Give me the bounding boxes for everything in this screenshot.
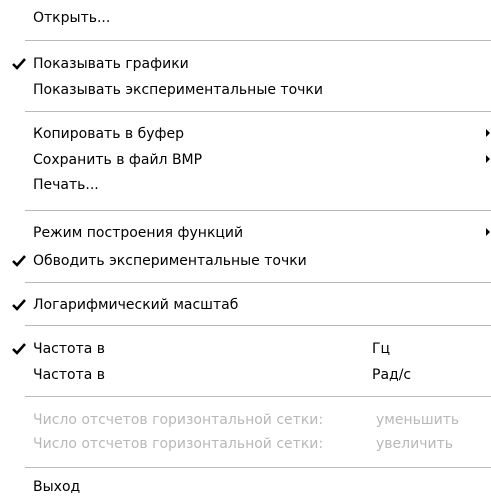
checkmark-icon	[12, 255, 26, 267]
menu-item-freq-hz[interactable]: Частота в Гц	[0, 338, 491, 360]
menu-item-label: Выход	[33, 479, 81, 495]
menu-item-label: Режим построения функций	[33, 225, 244, 241]
menu-item-action: увеличить	[376, 436, 453, 452]
menu-separator	[25, 210, 491, 211]
menu-item-label: Логарифмический масштаб	[33, 297, 239, 313]
menu-separator	[25, 40, 491, 41]
menu-item-show-exp-points[interactable]: Показывать экспериментальные точки	[0, 79, 491, 101]
menu-item-label: Копировать в буфер	[33, 126, 184, 142]
menu-item-grid-decrease[interactable]: Число отсчетов горизонтальной сетки: уме…	[0, 409, 491, 431]
menu-item-log-scale[interactable]: Логарифмический масштаб	[0, 294, 491, 316]
menu-item-freq-rad[interactable]: Частота в Рад/с	[0, 364, 491, 386]
menu-item-label: Число отсчетов горизонтальной сетки:	[33, 412, 324, 428]
menu-item-show-graphs[interactable]: Показывать графики	[0, 53, 491, 75]
menu-separator	[25, 325, 491, 326]
submenu-arrow-icon	[486, 155, 490, 163]
menu-item-outline-exp-points[interactable]: Обводить экспериментальные точки	[0, 250, 491, 272]
menu-item-copy-to-buffer[interactable]: Копировать в буфер	[0, 123, 491, 145]
menu-item-plot-mode[interactable]: Режим построения функций	[0, 222, 491, 244]
menu-item-open[interactable]: Открыть...	[0, 7, 491, 29]
menu-item-label: Обводить экспериментальные точки	[33, 253, 307, 269]
menu-item-grid-increase[interactable]: Число отсчетов горизонтальной сетки: уве…	[0, 433, 491, 455]
submenu-arrow-icon	[486, 129, 490, 137]
menu-item-print[interactable]: Печать...	[0, 174, 491, 196]
menu-item-unit: Рад/с	[372, 367, 412, 383]
context-menu: Открыть... Показывать графики Показывать…	[0, 0, 491, 495]
menu-item-label: Число отсчетов горизонтальной сетки:	[33, 436, 324, 452]
menu-item-save-bmp[interactable]: Сохранить в файл BMP	[0, 149, 491, 171]
menu-item-label: Сохранить в файл BMP	[33, 152, 203, 168]
menu-item-label: Показывать экспериментальные точки	[33, 82, 323, 98]
menu-item-label: Частота в	[33, 367, 106, 383]
menu-item-label: Печать...	[33, 177, 99, 193]
menu-item-label: Показывать графики	[33, 56, 189, 72]
submenu-arrow-icon	[486, 228, 490, 236]
menu-separator	[25, 467, 491, 468]
menu-item-label: Открыть...	[33, 10, 111, 26]
checkmark-icon	[12, 58, 26, 70]
menu-item-unit: Гц	[372, 341, 391, 357]
menu-item-action: уменьшить	[376, 412, 460, 428]
checkmark-icon	[12, 299, 26, 311]
menu-item-label: Частота в	[33, 341, 106, 357]
menu-separator	[25, 111, 491, 112]
menu-separator	[25, 282, 491, 283]
menu-separator	[25, 396, 491, 397]
checkmark-icon	[12, 343, 26, 355]
